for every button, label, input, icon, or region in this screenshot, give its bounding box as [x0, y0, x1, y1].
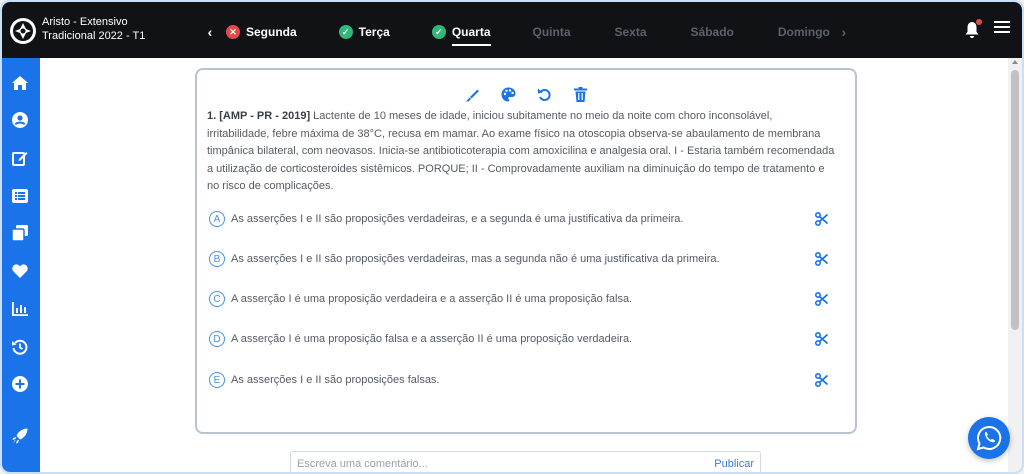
heart-icon[interactable]: [11, 262, 29, 280]
option-b[interactable]: B As asserções I e II são proposições ve…: [209, 249, 839, 269]
day-label: Sexta: [614, 25, 647, 39]
option-text: As asserções I e II são proposições fals…: [231, 374, 440, 386]
plus-icon[interactable]: [11, 375, 29, 393]
option-letter: B: [209, 251, 225, 267]
top-actions: [964, 18, 1010, 39]
course-title-line1: Aristo - Extensivo: [42, 16, 128, 28]
day-label: Quinta: [532, 25, 571, 39]
question-toolbar: [197, 86, 855, 102]
day-label: Segunda: [246, 25, 297, 39]
option-text: A asserção I é uma proposição verdadeira…: [231, 293, 633, 305]
option-e[interactable]: E As asserções I e II são proposições fa…: [209, 370, 839, 390]
app-window: Aristo - Extensivo Tradicional 2022 - T1…: [0, 0, 1024, 474]
top-bar: Aristo - Extensivo Tradicional 2022 - T1…: [2, 2, 1022, 58]
day-tab-quinta[interactable]: Quinta: [533, 18, 571, 46]
scrollbar[interactable]: [1008, 58, 1022, 472]
comment-input[interactable]: [291, 457, 715, 470]
option-text: As asserções I e II são proposições verd…: [231, 253, 720, 265]
day-tab-sabado[interactable]: Sábado: [691, 18, 734, 46]
scissors-icon[interactable]: [814, 251, 829, 267]
trash-icon[interactable]: [572, 86, 588, 102]
day-tab-segunda[interactable]: ✕ Segunda: [226, 18, 297, 46]
comment-box: Publicar: [290, 451, 761, 472]
rocket-icon[interactable]: [11, 427, 29, 445]
question-text: 1. [AMP - PR - 2019] Lactente de 10 mese…: [207, 108, 837, 196]
option-text: As asserções I e II são proposições verd…: [231, 213, 684, 225]
question-header: 1. [AMP - PR - 2019]: [207, 110, 311, 122]
chart-icon[interactable]: [11, 300, 29, 318]
cards-icon[interactable]: [11, 224, 29, 242]
publish-button[interactable]: Publicar: [714, 458, 760, 470]
option-letter: C: [209, 291, 225, 307]
whatsapp-button[interactable]: [968, 417, 1010, 459]
menu-button[interactable]: [994, 20, 1010, 39]
scissors-icon[interactable]: [814, 211, 829, 227]
hamburger-icon: [994, 21, 1010, 33]
whatsapp-icon: [976, 425, 1002, 451]
day-label: Terça: [358, 25, 390, 39]
course-title-line2: Tradicional 2022 - T1: [42, 30, 146, 42]
option-letter: E: [209, 372, 225, 388]
prev-day-button[interactable]: ‹: [202, 24, 218, 40]
option-a[interactable]: A As asserções I e II são proposições ve…: [209, 209, 839, 229]
notifications-button[interactable]: [964, 18, 982, 39]
scroll-up-arrow-icon[interactable]: [1012, 60, 1018, 64]
option-letter: D: [209, 331, 225, 347]
list-icon[interactable]: [11, 187, 29, 205]
option-letter: A: [209, 211, 225, 227]
scissors-icon[interactable]: [814, 372, 829, 388]
user-icon[interactable]: [11, 111, 29, 129]
wrong-status-icon: ✕: [226, 25, 240, 39]
home-icon[interactable]: [11, 74, 29, 92]
sidebar: [2, 58, 40, 472]
question-body: Lactente de 10 meses de idade, iniciou s…: [207, 110, 835, 193]
day-tab-sexta[interactable]: Sexta: [615, 18, 647, 46]
scissors-icon[interactable]: [814, 291, 829, 307]
check-status-icon: ✓: [338, 25, 353, 39]
option-c[interactable]: C A asserção I é uma proposição verdadei…: [209, 289, 839, 309]
day-label: Domingo: [777, 25, 830, 39]
day-tab-quarta[interactable]: ✓ Quarta: [431, 18, 491, 46]
question-card: 1. [AMP - PR - 2019] Lactente de 10 mese…: [195, 68, 857, 434]
palette-icon[interactable]: [500, 86, 516, 102]
day-label: Sábado: [690, 25, 734, 39]
option-d[interactable]: D A asserção I é uma proposição falsa e …: [209, 329, 839, 349]
scissors-icon[interactable]: [814, 331, 829, 347]
day-selector: ‹ ✕ Segunda ✓ Terça ✓ Quarta Quinta Sext…: [202, 18, 852, 46]
scroll-thumb[interactable]: [1011, 70, 1019, 330]
check-status-icon: ✓: [431, 25, 446, 39]
notification-badge: [976, 18, 982, 25]
course-title: Aristo - Extensivo Tradicional 2022 - T1: [42, 15, 145, 43]
day-label: Quarta: [451, 25, 491, 39]
history-icon[interactable]: [11, 338, 29, 356]
option-text: A asserção I é uma proposição falsa e a …: [231, 333, 633, 345]
day-tab-terca[interactable]: ✓ Terça: [338, 18, 390, 46]
highlighter-icon[interactable]: [464, 86, 480, 102]
next-day-button[interactable]: ›: [836, 24, 852, 40]
logo-icon: [10, 18, 36, 44]
edit-icon[interactable]: [11, 149, 29, 167]
day-tab-domingo[interactable]: Domingo: [778, 18, 830, 46]
undo-icon[interactable]: [536, 86, 552, 102]
